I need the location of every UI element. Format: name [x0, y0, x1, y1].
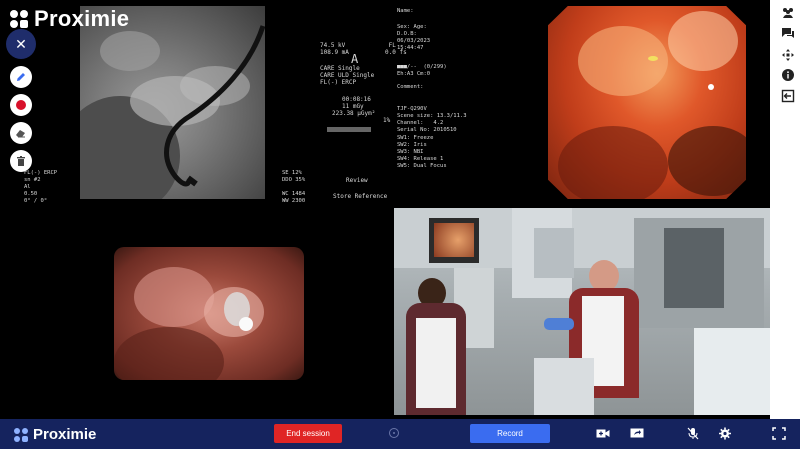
- proximie-logo-icon: [14, 427, 28, 442]
- fullscreen-icon[interactable]: [772, 427, 786, 440]
- store-reference-label: Store Reference: [333, 193, 388, 200]
- footer-brand-name: Proximie: [33, 426, 97, 443]
- move-icon[interactable]: [781, 48, 795, 62]
- projection-letter: A: [351, 52, 359, 66]
- end-session-button[interactable]: End session: [274, 424, 342, 443]
- scope-details: TJF-Q290V Scene size: 13.3/11.3 Channel:…: [397, 106, 467, 133]
- fluoro-overlay-right: SE 12% DDO 35% WC 1484 WW 2300: [282, 170, 306, 204]
- add-camera-icon[interactable]: [596, 427, 610, 440]
- annotation-toolbar: [8, 66, 34, 178]
- cholangioscope-feed: [114, 247, 304, 380]
- room-camera-feed: [394, 208, 770, 415]
- pen-tool-button[interactable]: [10, 66, 32, 88]
- eraser-tool-button[interactable]: [10, 122, 32, 144]
- ma-readout: 108.9 mA 0.0 fs: [320, 49, 407, 56]
- delete-drawing-button[interactable]: [10, 150, 32, 172]
- scope-name-label: Name:: [397, 8, 414, 14]
- brand-name: Proximie: [34, 6, 130, 31]
- info-icon[interactable]: [781, 68, 795, 82]
- kv-readout: 74.5 kV FL: [320, 42, 396, 49]
- dose-area: 223.38 µGym²: [332, 110, 376, 117]
- eraser-icon: [16, 130, 25, 138]
- status-indicator-icon: [389, 428, 399, 438]
- participants-icon[interactable]: [781, 6, 795, 20]
- comment-label: Comment:: [397, 84, 424, 90]
- dose-mgy: 11 mGy: [342, 103, 364, 110]
- session-screen: FL(-) ERCP sn #2 Al 0.50 0° / 0° SE 12% …: [0, 0, 800, 449]
- fluoroscopy-feed: [80, 6, 265, 199]
- dose-percent: 1%: [383, 117, 391, 124]
- chat-icon[interactable]: [781, 26, 795, 40]
- settings-icon[interactable]: [718, 427, 732, 440]
- mode-care-single: CARE Single: [320, 65, 360, 72]
- review-label: Review: [346, 177, 368, 184]
- duodenoscope-feed: [548, 6, 746, 199]
- close-annotation-button[interactable]: ✕: [6, 29, 36, 59]
- dose-bar: [327, 127, 371, 132]
- video-mosaic: FL(-) ERCP sn #2 Al 0.50 0° / 0° SE 12% …: [0, 0, 770, 419]
- endoscope-shaft-graphic: [164, 25, 265, 187]
- color-picker-button[interactable]: [10, 94, 32, 116]
- fluoro-time: 00:08:16: [342, 96, 371, 103]
- mode-care-uld: CARE ULD Single: [320, 72, 375, 79]
- brand-logo: Proximie: [10, 6, 129, 32]
- mic-off-icon[interactable]: [686, 427, 700, 440]
- scope-ids: ■■■/-- (0/299) Eh:A3 Cm:0: [397, 64, 447, 77]
- proximie-logo-icon: [10, 10, 28, 28]
- footer-brand-logo: Proximie: [14, 426, 96, 443]
- patient-info: Sex: Age: D.O.B: 06/03/2023 15:44:47: [397, 24, 431, 51]
- exit-icon[interactable]: [781, 89, 795, 103]
- trash-icon: [17, 156, 25, 166]
- bottom-control-bar: Proximie End session Record: [0, 419, 800, 449]
- color-swatch-icon: [16, 100, 26, 110]
- mode-fl-ercp: FL(-) ERCP: [320, 79, 357, 86]
- scope-switches: SW1: Freeze SW2: Iris SW3: NBI SW4: Rele…: [397, 135, 447, 169]
- pencil-icon: [17, 73, 25, 81]
- screen-share-icon[interactable]: [630, 427, 644, 440]
- record-button[interactable]: Record: [470, 424, 550, 443]
- right-sidebar: [776, 0, 800, 419]
